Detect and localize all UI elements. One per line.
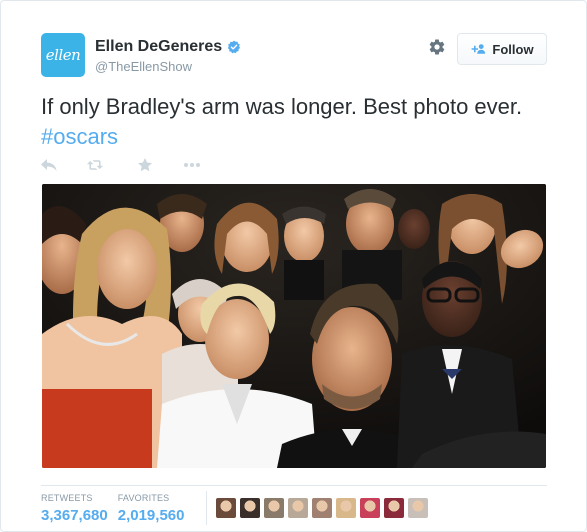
favoriter-avatar[interactable]: [336, 498, 356, 518]
tweet-text: If only Bradley's arm was longer. Best p…: [41, 92, 551, 152]
favoriter-avatar[interactable]: [264, 498, 284, 518]
reply-icon[interactable]: [41, 158, 57, 172]
favoriter-avatar[interactable]: [288, 498, 308, 518]
retweets-stat[interactable]: RETWEETS 3,367,680: [41, 493, 108, 524]
star-icon[interactable]: [137, 158, 153, 172]
selfie-photo-image: [42, 184, 546, 468]
favoriter-avatar[interactable]: [408, 498, 428, 518]
add-user-icon: [472, 44, 486, 54]
verified-badge-icon: [227, 40, 241, 54]
retweets-count: 3,367,680: [41, 507, 108, 524]
tweet-actions: [41, 154, 231, 176]
favoriter-avatar[interactable]: [384, 498, 404, 518]
avatar-logo-text: ellen: [45, 46, 81, 64]
favoriters-avatars: [216, 498, 428, 518]
gear-icon[interactable]: [428, 38, 446, 56]
follow-button[interactable]: Follow: [457, 33, 547, 65]
user-full-name[interactable]: Ellen DeGeneres: [95, 38, 222, 56]
tweet-photo[interactable]: [42, 184, 546, 468]
more-icon[interactable]: [183, 162, 201, 168]
hashtag-link[interactable]: #oscars: [41, 124, 118, 149]
tweet-body: If only Bradley's arm was longer. Best p…: [41, 94, 523, 119]
follow-label: Follow: [492, 41, 534, 57]
stats-separator: [206, 491, 207, 525]
name-row: Ellen DeGeneres: [95, 38, 241, 56]
favoriter-avatar[interactable]: [312, 498, 332, 518]
favoriter-avatar[interactable]: [216, 498, 236, 518]
favoriter-avatar[interactable]: [360, 498, 380, 518]
favoriter-avatar[interactable]: [240, 498, 260, 518]
favorites-label: FAVORITES: [117, 493, 170, 503]
retweet-icon[interactable]: [87, 158, 103, 172]
stats-divider: [41, 485, 547, 486]
tweet-card: ellen Ellen DeGeneres @TheEllenShow Foll…: [0, 0, 587, 532]
favorites-count: 2,019,560: [117, 507, 185, 524]
user-info: Ellen DeGeneres @TheEllenShow: [95, 38, 241, 74]
user-handle[interactable]: @TheEllenShow: [95, 59, 241, 74]
favorites-stat[interactable]: FAVORITES 2,019,560: [118, 493, 185, 524]
avatar[interactable]: ellen: [41, 33, 85, 77]
retweets-label: RETWEETS: [41, 493, 93, 503]
tweet-stats: RETWEETS 3,367,680 FAVORITES 2,019,560: [41, 493, 194, 524]
